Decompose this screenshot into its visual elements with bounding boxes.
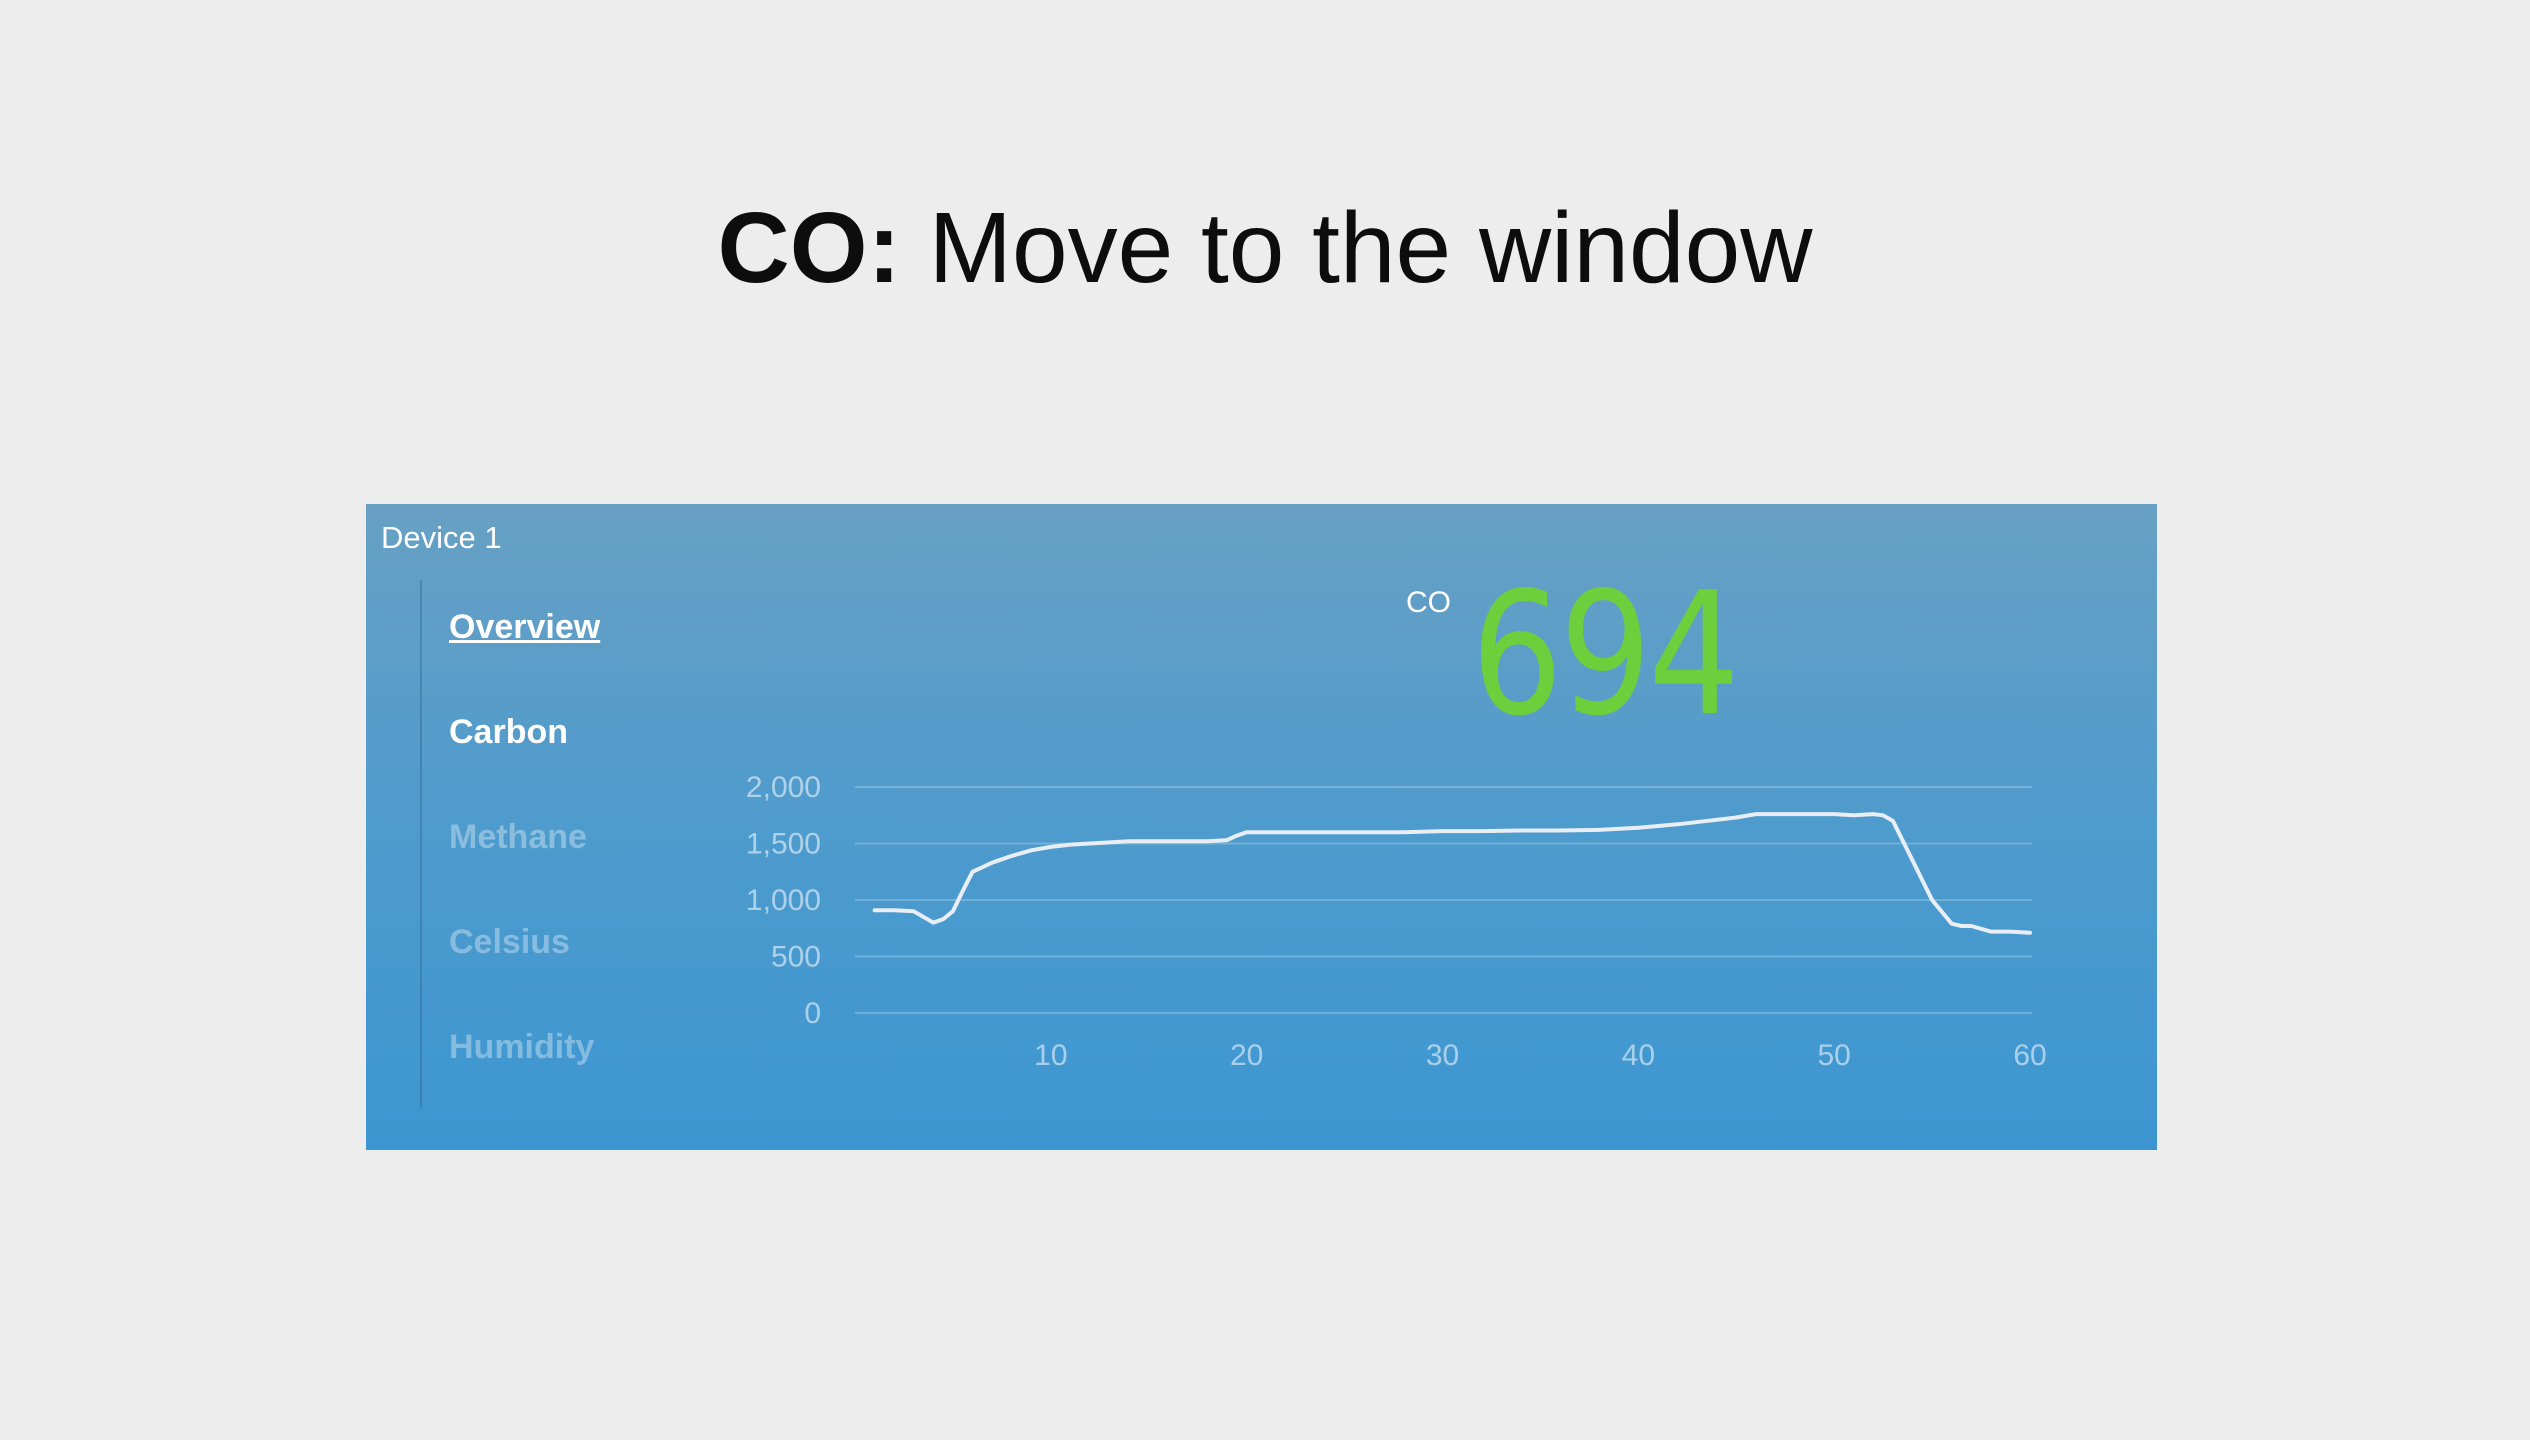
- x-tick-label: 40: [1622, 1039, 1655, 1072]
- slide-title: CO: Move to the window: [0, 188, 2530, 308]
- chart-grid: [855, 786, 2032, 1014]
- y-tick-label: 500: [771, 941, 821, 974]
- y-tick-label: 1,000: [746, 884, 821, 917]
- co-line-chart: 2,000 1,500 1,000 500 0 10 20 30 40 50 60: [746, 771, 2047, 1072]
- x-tick-label: 20: [1230, 1039, 1263, 1072]
- x-tick-label: 30: [1426, 1039, 1459, 1072]
- device-panel: Device 1 Overview Carbon Methane Celsius…: [366, 504, 2157, 1150]
- slide-title-text: Move to the window: [928, 192, 1813, 304]
- y-tick-label: 0: [804, 997, 821, 1030]
- x-tick-label: 10: [1034, 1039, 1067, 1072]
- x-tick-label: 60: [2013, 1039, 2046, 1072]
- y-axis-ticks: 2,000 1,500 1,000 500 0: [746, 771, 821, 1030]
- x-tick-label: 50: [1817, 1039, 1850, 1072]
- y-tick-label: 1,500: [746, 828, 821, 861]
- slide-title-bold: CO:: [717, 192, 901, 304]
- y-tick-label: 2,000: [746, 771, 821, 804]
- series-line: [872, 812, 2032, 935]
- x-axis-ticks: 10 20 30 40 50 60: [1034, 1039, 2047, 1072]
